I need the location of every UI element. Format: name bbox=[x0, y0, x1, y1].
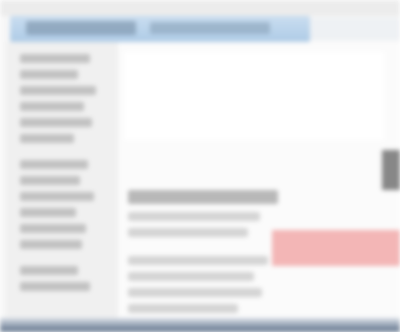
title-bar bbox=[10, 16, 310, 42]
content-line bbox=[128, 288, 262, 297]
content-line bbox=[128, 228, 248, 237]
taskbar bbox=[0, 318, 400, 332]
sidebar-item[interactable] bbox=[20, 118, 92, 127]
highlighted-row[interactable] bbox=[272, 230, 400, 266]
title-text-placeholder-secondary bbox=[150, 22, 270, 34]
title-text-placeholder bbox=[26, 21, 136, 35]
content-line bbox=[128, 304, 238, 313]
main-header-area bbox=[124, 52, 384, 140]
sidebar-item[interactable] bbox=[20, 282, 90, 291]
sidebar-item[interactable] bbox=[20, 176, 80, 185]
sidebar-item[interactable] bbox=[20, 70, 78, 79]
screenshot bbox=[0, 0, 400, 332]
content-line bbox=[128, 272, 254, 281]
sidebar-item[interactable] bbox=[20, 134, 74, 143]
sidebar-item[interactable] bbox=[20, 266, 78, 275]
content-line bbox=[128, 256, 268, 265]
sidebar-item[interactable] bbox=[20, 54, 90, 63]
sidebar-item[interactable] bbox=[20, 86, 96, 95]
sidebar-item[interactable] bbox=[20, 240, 82, 249]
content-line bbox=[128, 212, 260, 221]
main-panel bbox=[118, 42, 400, 318]
scrollbar-edge[interactable] bbox=[382, 150, 400, 190]
sidebar-item[interactable] bbox=[20, 102, 84, 111]
sidebar-item[interactable] bbox=[20, 192, 94, 201]
sidebar bbox=[6, 42, 118, 318]
section-title-placeholder bbox=[128, 190, 278, 204]
sidebar-item[interactable] bbox=[20, 224, 86, 233]
title-bar-right-area bbox=[310, 18, 400, 40]
top-edge bbox=[0, 0, 400, 16]
sidebar-item[interactable] bbox=[20, 160, 88, 169]
sidebar-item[interactable] bbox=[20, 208, 76, 217]
